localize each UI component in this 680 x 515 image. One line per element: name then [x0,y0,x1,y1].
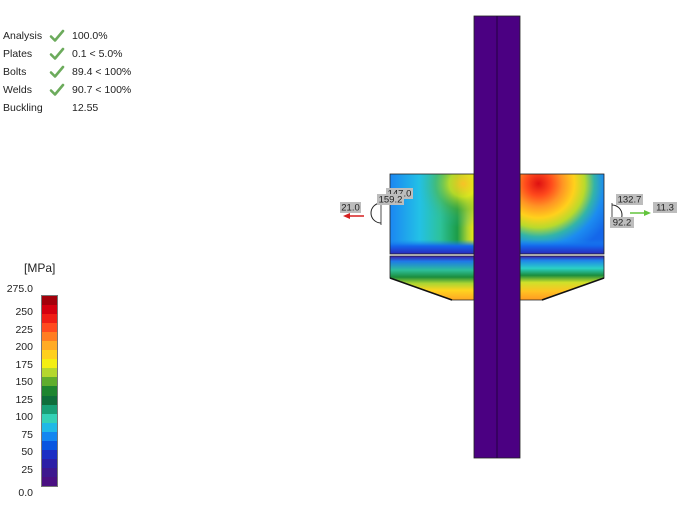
right-force-label: 11.3 [656,203,674,214]
left-force-label: 21.0 [341,203,360,214]
right-top-label: 132.7 [618,195,642,206]
arrow-head-right [644,210,651,216]
right-stiffener[interactable] [519,255,605,301]
left-stiffener[interactable] [389,255,475,301]
model-viewport[interactable]: 21.0 147.0 159.2 132.7 92.2 11.3 [0,0,680,515]
left-end-plate[interactable] [389,173,475,255]
moment-arc-left [370,202,382,224]
left-mid-label: 159.2 [379,195,403,206]
column-member[interactable] [473,15,521,459]
arrow-head-left [343,213,350,219]
right-end-plate[interactable] [519,173,605,255]
right-bottom-label: 92.2 [613,218,632,229]
right-load[interactable]: 132.7 92.2 11.3 [610,194,677,229]
